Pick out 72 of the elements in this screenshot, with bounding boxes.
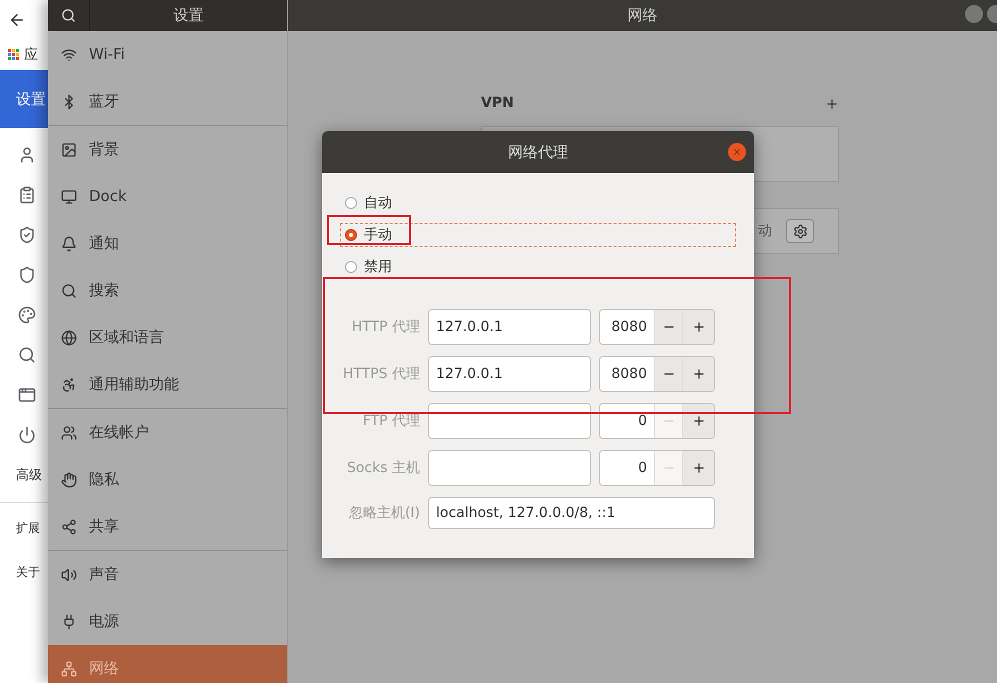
window-icon[interactable] xyxy=(18,386,36,404)
sidebar-item[interactable]: 区域和语言 xyxy=(48,314,287,361)
port-spinner[interactable]: 0 xyxy=(599,403,715,439)
maximize-button[interactable] xyxy=(987,5,997,23)
apps-label: 应 xyxy=(24,46,38,64)
settings-header: 设置 xyxy=(0,70,48,128)
sidebar-item[interactable]: Wi-Fi xyxy=(48,31,287,78)
search-icon xyxy=(61,282,77,298)
field-label: HTTPS 代理 xyxy=(342,364,421,384)
radio-option[interactable]: 自动 xyxy=(340,191,736,215)
share-icon xyxy=(61,518,77,534)
network-icon xyxy=(61,660,77,676)
plus-icon xyxy=(692,320,706,334)
plus-icon xyxy=(692,461,706,475)
radio-option[interactable]: 禁用 xyxy=(340,255,736,279)
advanced-label: 高级 xyxy=(15,467,43,485)
sidebar-item[interactable]: 通知 xyxy=(48,220,287,267)
increment-button[interactable] xyxy=(682,404,714,438)
dialog-title: 网络代理 xyxy=(507,142,569,163)
users-icon xyxy=(61,424,77,440)
field-label: 忽略主机(I) xyxy=(348,504,421,522)
menu-link[interactable]: 扩展 xyxy=(0,518,48,536)
accessibility-icon xyxy=(61,376,77,392)
picture-icon xyxy=(61,142,77,158)
clipboard-icon[interactable] xyxy=(18,186,36,204)
plus-icon xyxy=(692,367,706,381)
sidebar-item[interactable]: 通用辅助功能 xyxy=(48,361,287,408)
host-field[interactable] xyxy=(428,403,591,439)
menu-link[interactable]: 关于 xyxy=(0,562,48,580)
window-title: 网络 xyxy=(626,5,658,26)
host-field[interactable]: 127.0.0.1 xyxy=(428,356,591,392)
close-icon xyxy=(732,147,742,157)
sidebar-item[interactable]: 蓝牙 xyxy=(48,78,287,125)
sidebar-item[interactable]: 隐私 xyxy=(48,456,287,503)
section-heading: VPN xyxy=(481,94,514,113)
add-icon[interactable] xyxy=(825,96,839,110)
sidebar-item[interactable]: 声音 xyxy=(48,551,287,598)
power-icon[interactable] xyxy=(18,426,36,444)
close-button[interactable] xyxy=(728,143,746,161)
field-label: Socks 主机 xyxy=(346,458,421,478)
sidebar-item[interactable]: Dock xyxy=(48,173,287,220)
sidebar-item[interactable]: 在线帐户 xyxy=(48,409,287,456)
globe-icon xyxy=(61,330,77,346)
host-field[interactable] xyxy=(428,450,591,486)
search-icon xyxy=(61,8,76,23)
settings-button[interactable] xyxy=(786,219,814,243)
speaker-icon xyxy=(61,566,77,582)
shield-icon[interactable] xyxy=(18,266,36,284)
shield-check-icon[interactable] xyxy=(18,226,36,244)
person-icon[interactable] xyxy=(18,146,36,164)
wifi-icon xyxy=(61,46,77,62)
ignore-hosts-field[interactable]: localhost, 127.0.0.0/8, ::1 xyxy=(428,497,715,529)
field-label: FTP 代理 xyxy=(362,412,421,430)
proxy-value: 动 xyxy=(758,222,772,240)
back-icon[interactable] xyxy=(8,11,26,29)
window-title: 设置 xyxy=(172,5,204,26)
apps-grid-icon[interactable] xyxy=(8,49,20,61)
hand-icon xyxy=(61,472,77,488)
sidebar-item[interactable]: 搜索 xyxy=(48,267,287,314)
search-icon[interactable] xyxy=(18,346,36,364)
sidebar-item[interactable]: 电源 xyxy=(48,598,287,645)
sidebar-item[interactable]: 背景 xyxy=(48,126,287,173)
monitor-icon xyxy=(61,188,77,204)
field-label: HTTP 代理 xyxy=(350,318,421,336)
palette-icon[interactable] xyxy=(18,306,36,324)
sidebar-item[interactable]: 共享 xyxy=(48,503,287,550)
bell-icon xyxy=(61,236,77,252)
plus-icon xyxy=(692,414,706,428)
minimize-button[interactable] xyxy=(965,5,983,23)
radio-option[interactable]: 手动 xyxy=(340,223,736,247)
host-field[interactable]: 127.0.0.1 xyxy=(428,309,591,345)
settings-icon xyxy=(792,224,808,238)
